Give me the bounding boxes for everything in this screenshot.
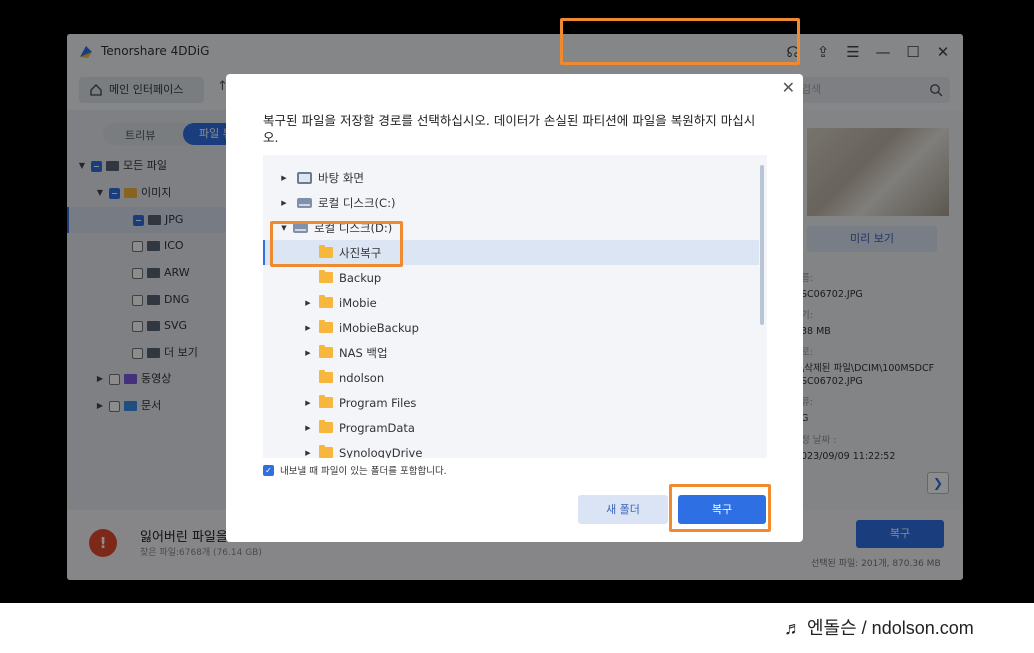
folder-icon	[319, 270, 333, 283]
tree-scrollbar[interactable]	[760, 165, 764, 325]
include-folder-label: 내보낼 때 파일이 있는 폴더를 포함합니다.	[280, 466, 447, 477]
folder-label: Program Files	[339, 395, 417, 410]
close-dialog-icon[interactable]: ✕	[782, 78, 795, 97]
dialog-message: 복구된 파일을 저장할 경로를 선택하십시오. 데이터가 손실된 파티션에 파일…	[263, 113, 756, 145]
drive-icon	[297, 197, 312, 208]
expand-icon[interactable]: ▶	[303, 424, 313, 432]
folder-icon	[319, 320, 333, 333]
folder-imobiebackup[interactable]: ▶ iMobieBackup	[263, 315, 759, 340]
expand-icon[interactable]: ▶	[303, 349, 313, 357]
folder-nas-backup[interactable]: ▶ NAS 백업	[263, 340, 759, 365]
include-folder-checkbox[interactable]: ✓	[263, 464, 274, 476]
expand-icon[interactable]: ▶	[303, 299, 313, 307]
folder-program-files[interactable]: ▶ Program Files	[263, 390, 759, 415]
folder-label: Backup	[339, 270, 382, 285]
folder-label: iMobie	[339, 295, 377, 310]
folder-label: ndolson	[339, 370, 385, 385]
folder-icon	[319, 345, 333, 358]
folder-label: 바탕 화면	[318, 170, 364, 185]
save-location-dialog: ✕ 복구된 파일을 저장할 경로를 선택하십시오. 데이터가 손실된 파티션에 …	[226, 74, 803, 542]
folder-label: SynologyDrive	[339, 445, 423, 459]
monitor-icon	[297, 171, 312, 184]
new-folder-button[interactable]: 새 폴더	[578, 495, 668, 524]
folder-icon	[319, 370, 333, 383]
folder-icon	[319, 420, 333, 433]
folder-label: NAS 백업	[339, 345, 388, 360]
folder-icon	[319, 395, 333, 408]
folder-label: ProgramData	[339, 420, 415, 435]
folder-tree: ▶ 바탕 화면 ▶ 로컬 디스크(C:) ▼ 로컬 디스크(D:) 사진복구 Back…	[263, 155, 767, 458]
watermark: ♬ 엔돌슨 / ndolson.com	[784, 618, 974, 638]
highlight-box	[669, 484, 771, 532]
expand-icon[interactable]: ▶	[279, 174, 289, 182]
folder-synologydrive[interactable]: ▶ SynologyDrive	[263, 440, 759, 458]
folder-label: 로컬 디스크(C:)	[318, 195, 396, 210]
folder-label: iMobieBackup	[339, 320, 419, 335]
folder-desktop[interactable]: ▶ 바탕 화면	[263, 165, 759, 190]
expand-icon[interactable]: ▶	[303, 324, 313, 332]
folder-icon	[319, 445, 333, 458]
highlight-box	[270, 221, 403, 267]
folder-drive-c[interactable]: ▶ 로컬 디스크(C:)	[263, 190, 759, 215]
expand-icon[interactable]: ▶	[303, 399, 313, 407]
folder-imobie[interactable]: ▶ iMobie	[263, 290, 759, 315]
folder-programdata[interactable]: ▶ ProgramData	[263, 415, 759, 440]
include-folder-option[interactable]: ✓ 내보낼 때 파일이 있는 폴더를 포함합니다.	[263, 463, 447, 477]
folder-backup[interactable]: Backup	[263, 265, 759, 290]
folder-ndolson[interactable]: ndolson	[263, 365, 759, 390]
folder-icon	[319, 295, 333, 308]
expand-icon[interactable]: ▶	[279, 199, 289, 207]
expand-icon[interactable]: ▶	[303, 449, 313, 457]
highlight-box	[560, 18, 800, 65]
